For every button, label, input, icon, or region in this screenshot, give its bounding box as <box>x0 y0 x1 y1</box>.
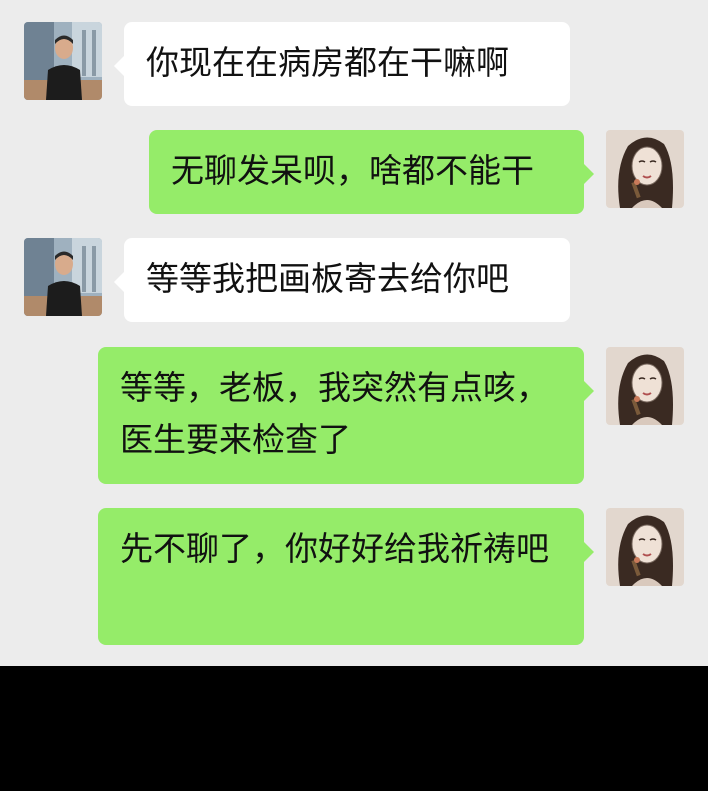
contact-avatar[interactable] <box>24 238 102 316</box>
message-text: 等等，老板，我突然有点咳，医生要来检查了 <box>120 368 549 459</box>
contact-avatar[interactable] <box>24 22 102 100</box>
message-text: 无聊发呆呗，啥都不能干 <box>171 151 534 190</box>
outgoing-message-bubble[interactable]: 等等，老板，我突然有点咳，医生要来检查了 <box>98 347 594 484</box>
chat-area: 你现在在病房都在干嘛啊 无聊发呆呗，啥都不能干 等等我把画板寄去给你吧 等等，老… <box>0 0 708 666</box>
bubble-tail <box>114 272 124 292</box>
outgoing-message-bubble[interactable]: 先不聊了，你好好给我祈祷吧 <box>98 508 594 645</box>
woman-avatar-icon <box>606 130 684 208</box>
man-avatar-icon <box>24 238 102 316</box>
self-avatar[interactable] <box>606 130 684 208</box>
message-text: 等等我把画板寄去给你吧 <box>146 259 509 298</box>
bubble-tail <box>584 542 594 562</box>
bubble-tail <box>584 381 594 401</box>
woman-avatar-icon <box>606 508 684 586</box>
message-text: 你现在在病房都在干嘛啊 <box>146 43 509 82</box>
woman-avatar-icon <box>606 347 684 425</box>
self-avatar[interactable] <box>606 347 684 425</box>
self-avatar[interactable] <box>606 508 684 586</box>
message-text: 先不聊了，你好好给我祈祷吧 <box>120 529 549 568</box>
incoming-message-bubble[interactable]: 等等我把画板寄去给你吧 <box>114 238 570 322</box>
black-bottom-area <box>0 666 708 791</box>
outgoing-message-bubble[interactable]: 无聊发呆呗，啥都不能干 <box>149 130 594 214</box>
bubble-tail <box>584 164 594 184</box>
incoming-message-bubble[interactable]: 你现在在病房都在干嘛啊 <box>114 22 570 106</box>
bubble-tail <box>114 56 124 76</box>
man-avatar-icon <box>24 22 102 100</box>
